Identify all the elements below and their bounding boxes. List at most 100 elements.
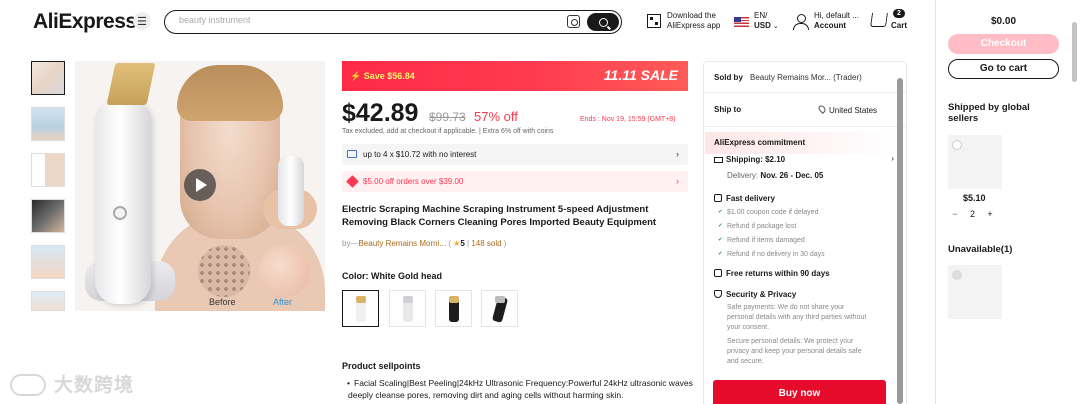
- delivery-dates: Nov. 26 - Dec. 05: [760, 171, 824, 180]
- sold-by-row: Sold by Beauty Remains Mor... (Trader): [714, 73, 862, 82]
- language-currency-selector[interactable]: EN/USD ⌄: [734, 11, 779, 32]
- panel-scrollbar[interactable]: [897, 78, 903, 404]
- color-swatch-black-gold[interactable]: [435, 290, 472, 327]
- thumbnail-2[interactable]: [31, 107, 65, 141]
- device-body: [95, 99, 151, 304]
- handheld-device: [278, 156, 304, 226]
- cart-icon: [870, 13, 888, 27]
- checkout-button[interactable]: Checkout: [948, 34, 1059, 54]
- account-menu[interactable]: Hi, default ... Account: [793, 11, 859, 31]
- unavailable-heading: Unavailable(1): [948, 244, 1013, 255]
- fast-item-3: Refund if items damaged: [718, 237, 805, 244]
- cart-item-image[interactable]: [948, 135, 1002, 189]
- sold-by-label: Sold by: [714, 73, 743, 82]
- original-price: $99.73: [429, 110, 466, 124]
- ship-to-label: Ship to: [714, 105, 742, 114]
- thumbnail-1[interactable]: [31, 61, 65, 95]
- increase-qty-button[interactable]: +: [985, 209, 995, 219]
- greeting: Hi, default ...: [814, 11, 859, 20]
- current-price: $42.89: [342, 99, 419, 127]
- return-icon: [714, 269, 722, 277]
- fast-delivery-label: Fast delivery: [726, 194, 775, 203]
- free-returns-label: Free returns within 90 days: [726, 269, 830, 278]
- security-note-2: Secure personal details: We protect your…: [727, 338, 862, 365]
- after-label: After: [273, 297, 293, 307]
- device-blade: [106, 63, 156, 105]
- fast-item-2: Refund if package lost: [718, 223, 796, 230]
- sale-banner: ⚡ Save $56.84 11.11 SALE: [342, 61, 688, 91]
- delivery-prefix: Delivery:: [727, 171, 759, 180]
- menu-button[interactable]: ☰: [133, 12, 151, 30]
- coupon-icon: [346, 175, 359, 188]
- search-button[interactable]: [587, 13, 619, 31]
- sellpoints-title: Product sellpoints: [342, 361, 421, 371]
- qr-code-icon: [647, 14, 661, 28]
- sale-ends: Ends : Nov 19, 15:59 (GMT+8): [580, 116, 676, 123]
- chevron-right-icon: ›: [676, 149, 679, 159]
- fast-item-1: $1.00 coupon code if delayed: [718, 209, 819, 216]
- thumbnail-4[interactable]: [31, 199, 65, 233]
- cart-count-badge: 2: [893, 9, 905, 18]
- sold-count: 148 sold: [471, 239, 502, 248]
- top-header: AliExpress ☰ Download theAliExpress app …: [0, 0, 935, 44]
- aliexpress-logo[interactable]: AliExpress: [33, 10, 137, 34]
- image-search-icon[interactable]: [567, 15, 580, 28]
- unavailable-item-image[interactable]: [948, 265, 1002, 319]
- shipping-cost: Shipping: $2.10: [726, 155, 786, 164]
- language-label: EN/: [754, 11, 768, 20]
- thumbnail-3[interactable]: [31, 153, 65, 187]
- color-swatch-white-gold[interactable]: [342, 290, 379, 327]
- color-swatch-black[interactable]: [481, 290, 518, 327]
- account-label: Account: [814, 21, 846, 30]
- coupon-row[interactable]: $5.00 off orders over $39.00 ›: [342, 171, 688, 192]
- fast-delivery-row: Fast delivery: [714, 194, 775, 203]
- item-select-radio-disabled: [952, 270, 962, 280]
- thumbnail-6[interactable]: [31, 291, 65, 311]
- go-to-cart-button[interactable]: Go to cart: [948, 59, 1059, 79]
- buy-now-button[interactable]: Buy now: [713, 380, 886, 404]
- main-product-image[interactable]: Before After: [75, 61, 325, 311]
- by-prefix: by—: [342, 239, 359, 248]
- shield-icon: [714, 290, 722, 298]
- thumbnail-5[interactable]: [31, 245, 65, 279]
- cart-link[interactable]: Cart: [870, 13, 907, 30]
- color-label: Color: White Gold head: [342, 271, 442, 281]
- store-link[interactable]: Beauty Remains Morni...: [358, 239, 446, 248]
- security-label: Security & Privacy: [726, 290, 797, 299]
- truck-icon: [714, 157, 723, 163]
- installment-row[interactable]: up to 4 x $10.72 with no interest Klarna…: [342, 144, 880, 165]
- decrease-qty-button[interactable]: −: [950, 209, 960, 219]
- chevron-right-icon: ›: [676, 176, 679, 186]
- color-swatch-white[interactable]: [389, 290, 426, 327]
- search-input[interactable]: [179, 15, 539, 25]
- cart-total: $0.00: [990, 16, 1017, 27]
- shipped-by-heading: Shipped by global sellers: [948, 102, 1030, 124]
- ship-to-row[interactable]: Ship to United States: [714, 104, 899, 115]
- store-byline: by—Beauty Remains Morni... ( ★5 | 148 so…: [342, 239, 507, 248]
- watermark: 大数跨境: [10, 370, 134, 397]
- sold-by-value[interactable]: Beauty Remains Mor... (Trader): [750, 73, 900, 82]
- play-video-icon[interactable]: [184, 169, 216, 201]
- fast-item-4: Refund if no delivery in 30 days: [718, 251, 825, 258]
- sale-tag: 11.11 SALE: [603, 67, 678, 83]
- chevron-right-icon: ›: [891, 154, 894, 163]
- purchase-panel: Sold by Beauty Remains Mor... (Trader) S…: [703, 61, 907, 404]
- installment-text: up to 4 x $10.72 with no interest: [363, 150, 477, 159]
- mini-cart: $0.00 Checkout Go to cart Shipped by glo…: [935, 0, 1080, 404]
- coupon-text: $5.00 off orders over $39.00: [363, 177, 464, 186]
- user-icon: [793, 13, 809, 30]
- delivery-row: Delivery: Nov. 26 - Dec. 05: [727, 171, 823, 180]
- quantity-value: 2: [970, 209, 976, 219]
- cart-scrollbar[interactable]: [1072, 22, 1077, 82]
- location-pin-icon: [817, 104, 827, 114]
- cart-item-price: $5.10: [963, 193, 986, 203]
- item-select-radio[interactable]: [952, 140, 962, 150]
- download-app-link[interactable]: Download the AliExpress app: [647, 11, 720, 31]
- watermark-logo-icon: [10, 374, 46, 396]
- us-flag-icon: [734, 16, 749, 27]
- chevron-down-icon: ⌄: [772, 23, 779, 30]
- card-icon: [347, 150, 357, 158]
- search-icon: [598, 17, 608, 27]
- before-label: Before: [209, 297, 236, 307]
- shipping-row[interactable]: Shipping: $2.10 ›: [714, 154, 894, 164]
